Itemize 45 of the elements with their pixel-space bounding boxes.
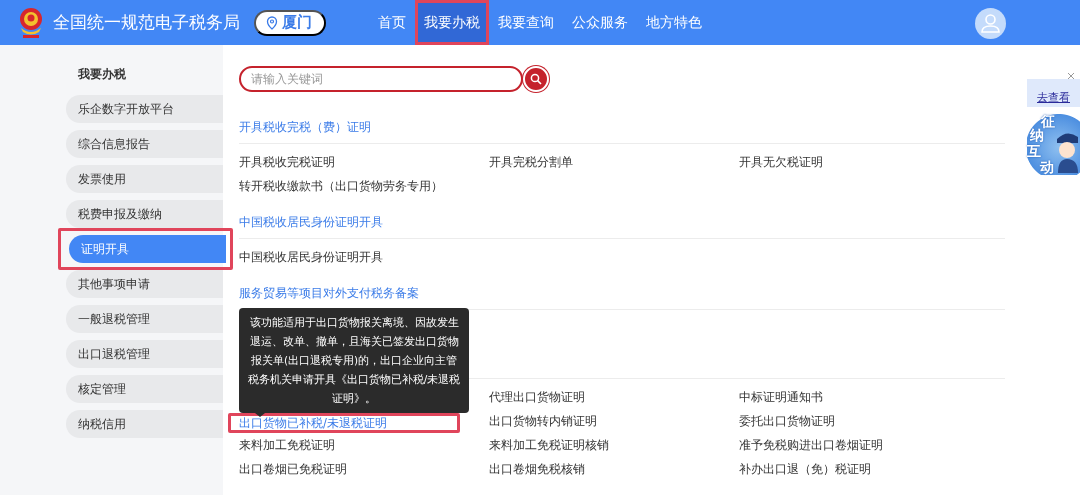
service-item[interactable]: 开具无欠税证明 xyxy=(739,154,823,170)
sidebar-item[interactable]: 税费申报及缴纳 xyxy=(66,200,223,228)
search-field[interactable]: 请输入关键词 xyxy=(239,66,523,92)
avatar-icon[interactable] xyxy=(975,8,1006,39)
service-item[interactable]: 代理出口货物证明 xyxy=(489,389,585,405)
service-item[interactable]: 来料加工免税证明 xyxy=(239,437,335,453)
search-icon xyxy=(530,73,542,85)
section-title: 中国税收居民身份证明开具 xyxy=(239,214,383,231)
service-item[interactable]: 补办出口退（免）税证明 xyxy=(739,461,871,477)
badge-character: 动 xyxy=(1040,159,1054,177)
service-item[interactable]: 开具完税分割单 xyxy=(489,154,573,170)
certificate-link[interactable]: 出口货物已补税/未退税证明 xyxy=(239,415,387,431)
sidebar-item[interactable]: 其他事项申请 xyxy=(66,270,223,298)
location-pin-icon xyxy=(266,15,278,30)
service-item[interactable]: 出口卷烟已免税证明 xyxy=(239,461,347,477)
notice-link[interactable]: 去查看 xyxy=(1037,90,1070,105)
sidebar-item[interactable]: 一般退税管理 xyxy=(66,305,223,333)
search-button[interactable] xyxy=(523,66,549,92)
nav-tab[interactable]: 我要办税 xyxy=(415,0,489,45)
emblem-icon xyxy=(17,5,45,40)
service-item[interactable]: 中标证明通知书 xyxy=(739,389,823,405)
sidebar-item[interactable]: 乐企数字开放平台 xyxy=(66,95,223,123)
location-button[interactable]: 厦门 xyxy=(254,9,326,36)
tooltip: 该功能适用于出口货物报关离境、因故发生退运、改单、撤单，且海关已签发出口货物报关单(出口退税专用)的，出口企业向主管税务机关申请开具《出口货物已补税/未退税证明》。 xyxy=(239,308,469,413)
sidebar-item[interactable]: 综合信息报告 xyxy=(66,130,223,158)
badge-character: 征 xyxy=(1041,113,1055,129)
sidebar-item[interactable]: 核定管理 xyxy=(66,375,223,403)
sidebar-item[interactable]: 发票使用 xyxy=(66,165,223,193)
sidebar-item[interactable]: 出口退税管理 xyxy=(66,340,223,368)
site-title: 全国统一规范电子税务局 xyxy=(53,11,240,34)
service-item[interactable]: 转开税收缴款书（出口货物劳务专用） xyxy=(239,178,443,194)
sidebar-heading: 我要办税 xyxy=(78,66,127,83)
service-item[interactable]: 出口货物转内销证明 xyxy=(489,413,597,429)
service-item[interactable]: 中国税收居民身份证明开具 xyxy=(239,249,383,265)
badge-character: 互 xyxy=(1027,143,1041,160)
service-item[interactable]: 来料加工免税证明核销 xyxy=(489,437,609,453)
service-item[interactable]: 准予免税购进出口卷烟证明 xyxy=(739,437,883,453)
tooltip-arrow xyxy=(255,413,265,417)
badge-character: 纳 xyxy=(1030,127,1044,145)
section-title: 服务贸易等项目对外支付税务备案 xyxy=(239,285,419,302)
service-item[interactable]: 出口卷烟免税核销 xyxy=(489,461,585,477)
section-title: 开具税收完税（费）证明 xyxy=(239,119,371,136)
service-item[interactable]: 开具税收完税证明 xyxy=(239,154,335,170)
sidebar-item[interactable]: 纳税信用 xyxy=(66,410,223,438)
service-item[interactable]: 委托出口货物证明 xyxy=(739,413,835,429)
